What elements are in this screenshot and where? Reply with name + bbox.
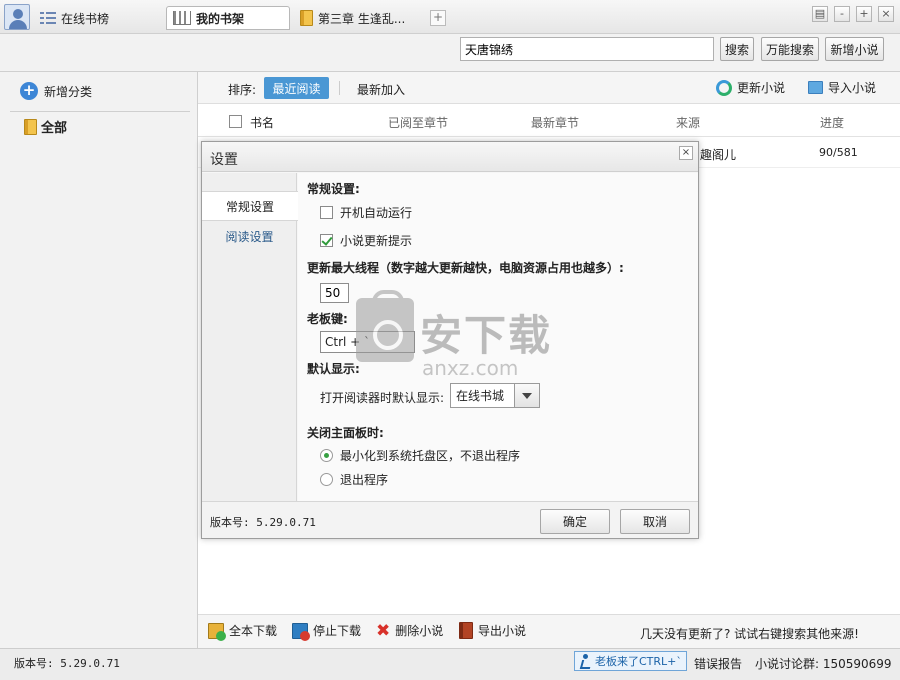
import-novel-button[interactable]: 导入小说 xyxy=(808,79,876,96)
close-button[interactable]: × xyxy=(878,6,894,22)
dialog-close-button[interactable]: × xyxy=(679,146,693,160)
version-label: 版本号: 5.29.0.71 xyxy=(14,657,120,670)
minimize-option[interactable]: 最小化到系统托盘区，不退出程序 xyxy=(320,447,520,464)
update-hint-checkbox[interactable] xyxy=(320,234,333,247)
delete-icon: ✖ xyxy=(376,620,391,641)
refresh-icon xyxy=(716,79,732,96)
add-tab-button[interactable]: + xyxy=(430,10,446,26)
default-display-select[interactable]: 在线书城 xyxy=(450,383,540,408)
exit-radio[interactable] xyxy=(320,473,333,486)
bookshelf-icon xyxy=(173,11,191,25)
sidebar xyxy=(0,71,198,648)
download-all-label: 全本下载 xyxy=(229,624,278,638)
ok-button[interactable]: 确定 xyxy=(540,509,610,534)
minimize-radio[interactable] xyxy=(320,449,333,462)
universal-search-button[interactable]: 万能搜索 xyxy=(761,37,819,61)
update-novels-button[interactable]: 更新小说 xyxy=(716,79,785,96)
book-icon xyxy=(24,118,37,135)
default-display-value: 在线书城 xyxy=(456,389,505,403)
autostart-option[interactable]: 开机自动运行 xyxy=(320,204,412,221)
threads-input[interactable] xyxy=(320,283,349,303)
add-category-label: 新增分类 xyxy=(44,84,93,99)
update-hint-option[interactable]: 小说更新提示 xyxy=(320,232,412,249)
book-icon xyxy=(300,10,313,26)
user-avatar-icon[interactable] xyxy=(4,4,30,30)
sidebar-item-all[interactable]: 全部 xyxy=(24,117,67,136)
dialog-version-label: 版本号: 5.29.0.71 xyxy=(210,516,316,529)
list-icon xyxy=(40,12,56,24)
add-category-button[interactable]: + 新增分类 xyxy=(20,82,92,100)
cancel-button[interactable]: 取消 xyxy=(620,509,690,534)
sort-newest-button[interactable]: 最新加入 xyxy=(357,81,405,98)
boss-key-label: 老板来了CTRL+` xyxy=(595,655,682,668)
boss-key-button[interactable]: 老板来了CTRL+` xyxy=(574,651,687,671)
export-novel-label: 导出小说 xyxy=(478,624,527,638)
plus-icon: + xyxy=(20,82,38,100)
running-man-icon xyxy=(579,654,591,668)
tab-chapter[interactable]: 第三章 生逢乱... xyxy=(294,6,411,30)
tab-label: 第三章 生逢乱... xyxy=(318,11,406,26)
stop-download-icon xyxy=(292,622,310,641)
download-icon xyxy=(208,622,226,641)
sidebar-item-label: 全部 xyxy=(41,121,68,136)
title-bar xyxy=(0,0,900,34)
sort-recent-button[interactable]: 最近阅读 xyxy=(264,77,329,99)
update-hint-label: 小说更新提示 xyxy=(340,234,413,248)
search-button[interactable]: 搜索 xyxy=(720,37,754,61)
nav-general-settings[interactable]: 常规设置 xyxy=(202,191,298,221)
column-latest[interactable]: 最新章节 xyxy=(531,114,579,131)
export-novel-button[interactable]: 导出小说 xyxy=(459,622,526,639)
restore-button[interactable]: + xyxy=(856,6,872,22)
delete-novel-label: 删除小说 xyxy=(395,624,444,638)
chevron-down-icon[interactable] xyxy=(514,384,539,407)
close-panel-heading: 关闭主面板时: xyxy=(307,426,384,440)
threads-heading: 更新最大线程（数字越大更新越快，电脑资源占用也越多）: xyxy=(307,261,624,275)
download-all-button[interactable]: 全本下载 xyxy=(208,622,278,641)
import-icon xyxy=(808,81,823,94)
minimize-button[interactable]: - xyxy=(834,6,850,22)
tab-label: 我的书架 xyxy=(196,11,245,26)
import-label: 导入小说 xyxy=(828,81,877,95)
autostart-label: 开机自动运行 xyxy=(340,206,413,220)
add-novel-button[interactable]: 新增小说 xyxy=(825,37,884,61)
tab-label: 在线书榜 xyxy=(61,11,110,26)
divider xyxy=(10,111,190,112)
minimize-label: 最小化到系统托盘区，不退出程序 xyxy=(340,449,521,463)
default-display-label: 打开阅读器时默认显示: xyxy=(320,391,445,405)
divider xyxy=(339,81,340,95)
delete-novel-button[interactable]: ✖ 删除小说 xyxy=(376,622,443,639)
error-report-link[interactable]: 错误报告 xyxy=(694,655,742,672)
boss-key-input[interactable]: Ctrl + ` xyxy=(320,331,415,353)
autostart-checkbox[interactable] xyxy=(320,206,333,219)
exit-option[interactable]: 退出程序 xyxy=(320,471,388,488)
default-display-heading: 默认显示: xyxy=(307,362,360,376)
skin-button[interactable]: ▤ xyxy=(812,6,828,22)
row-source: 趣阁儿 xyxy=(700,148,737,162)
boss-key-heading: 老板键: xyxy=(307,312,348,326)
export-icon xyxy=(459,622,473,639)
update-label: 更新小说 xyxy=(737,81,786,95)
column-name[interactable]: 书名 xyxy=(250,114,274,131)
column-read-to[interactable]: 已阅至章节 xyxy=(388,114,448,131)
search-input[interactable] xyxy=(460,37,714,61)
stop-download-button[interactable]: 停止下载 xyxy=(292,622,362,641)
column-source[interactable]: 来源 xyxy=(676,114,700,131)
dialog-title: 设置 xyxy=(210,152,238,168)
dialog-titlebar xyxy=(202,142,698,172)
sort-label: 排序: xyxy=(228,83,257,97)
exit-label: 退出程序 xyxy=(340,473,389,487)
stop-download-label: 停止下载 xyxy=(313,624,362,638)
nav-reading-settings[interactable]: 阅读设置 xyxy=(202,221,297,251)
select-all-checkbox[interactable] xyxy=(229,115,242,128)
general-heading: 常规设置: xyxy=(307,182,360,196)
column-progress[interactable]: 进度 xyxy=(820,114,844,131)
forum-group-text: 小说讨论群: 150590699 xyxy=(755,657,892,671)
update-hint-text: 几天没有更新了? 试试右键搜索其他来源! xyxy=(640,627,859,641)
tab-my-bookshelf[interactable]: 我的书架 xyxy=(166,6,290,30)
row-progress: 90/581 xyxy=(819,146,858,159)
tab-online-ranking[interactable]: 在线书榜 xyxy=(34,6,115,30)
